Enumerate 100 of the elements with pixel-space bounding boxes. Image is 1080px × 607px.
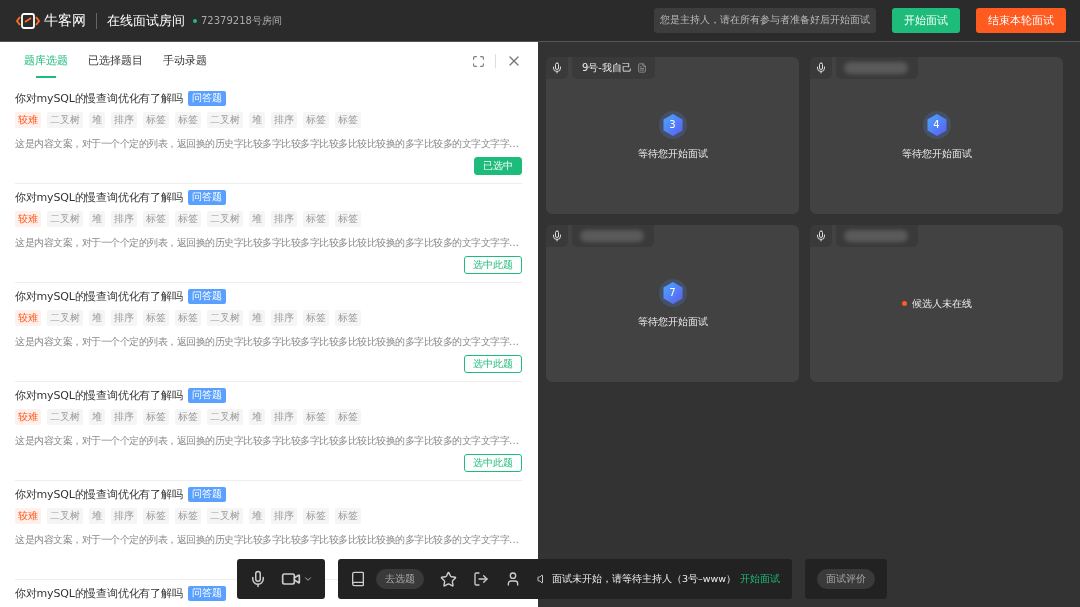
topic-tag: 标签: [175, 112, 201, 128]
pick-question-button[interactable]: 去选题: [376, 569, 424, 589]
difficulty-tag: 较难: [15, 310, 41, 326]
mic-icon: [551, 62, 563, 74]
topic-tag: 标签: [335, 112, 361, 128]
topic-tag: 标签: [303, 409, 329, 425]
topic-tag: 排序: [111, 211, 137, 227]
topic-tag: 堆: [249, 409, 265, 425]
topic-tag: 标签: [303, 310, 329, 326]
microphone-icon[interactable]: [249, 570, 267, 588]
exit-icon[interactable]: [473, 571, 489, 587]
topic-tag: 排序: [111, 409, 137, 425]
panel-tab[interactable]: 手动录题: [153, 42, 217, 80]
mic-icon: [551, 230, 563, 242]
start-interview-link[interactable]: 开始面试: [740, 572, 781, 586]
waiting-status: 等待您开始面试: [637, 146, 708, 161]
topic-tag: 排序: [111, 508, 137, 524]
topic-tag: 堆: [89, 310, 105, 326]
host-notice: 您是主持人，请在所有参与者准备好后开始面试: [654, 8, 876, 33]
waiting-status: 等待您开始面试: [637, 314, 708, 329]
star-icon[interactable]: [440, 570, 457, 588]
topic-tag: 排序: [271, 112, 297, 128]
blurred-name: [844, 230, 908, 242]
question-excerpt: 这是内容文案，对于一个个定的列表，返回换的历史字比较多字比较多字比较多比较比较换的多字比较多的文字文字字…: [15, 335, 520, 349]
question-excerpt: 这是内容文案，对于一个个定的列表，返回换的历史字比较多字比较多字比较多比较比较换的多字比较多的文字文字字…: [15, 236, 520, 250]
topic-tag: 标签: [175, 508, 201, 524]
topic-tag: 标签: [143, 112, 169, 128]
question-title: 你对mySQL的慢查询优化有了解吗: [15, 388, 183, 403]
seat-number: 4: [933, 119, 940, 130]
participant-name: 9号-我自己: [572, 57, 655, 79]
topic-tag: 标签: [175, 211, 201, 227]
topic-tag: 堆: [249, 211, 265, 227]
difficulty-tag: 较难: [15, 508, 41, 524]
blurred-name: [844, 62, 908, 74]
select-question-button[interactable]: 选中此题: [464, 355, 522, 373]
topic-tag: 标签: [303, 112, 329, 128]
select-question-button[interactable]: 已选中: [474, 157, 522, 175]
topic-tag: 堆: [89, 409, 105, 425]
topic-tag: 标签: [143, 211, 169, 227]
topic-tag: 排序: [111, 310, 137, 326]
question-type-tag: 问答题: [187, 91, 226, 106]
topic-tag: 标签: [335, 508, 361, 524]
topic-tag: 排序: [271, 508, 297, 524]
document-icon: [637, 63, 647, 73]
topic-tag: 标签: [175, 409, 201, 425]
caret-icon[interactable]: [303, 574, 313, 584]
topic-tag: 堆: [89, 112, 105, 128]
topic-tag: 标签: [335, 310, 361, 326]
topic-tag: 标签: [335, 409, 361, 425]
fullscreen-icon[interactable]: [472, 54, 485, 68]
interview-status: 面试未开始，请等待主持人（3号–www）: [552, 572, 737, 586]
difficulty-tag: 较难: [15, 409, 41, 425]
question-type-tag: 问答题: [187, 586, 226, 601]
room-title: 在线面试房间: [107, 11, 185, 30]
waiting-status: 等待您开始面试: [901, 146, 972, 161]
room-number: 72379218号房间: [201, 13, 282, 28]
status-dot-icon: [193, 18, 197, 23]
topic-tag: 堆: [89, 211, 105, 227]
question-excerpt: 这是内容文案，对于一个个定的列表，返回换的历史字比较多字比较多字比较多比较比较换的多字比较多的文字文字字…: [15, 533, 520, 547]
topic-tag: 标签: [335, 211, 361, 227]
topic-tag: 堆: [249, 112, 265, 128]
topic-tag: 堆: [89, 508, 105, 524]
topic-tag: 标签: [303, 211, 329, 227]
seat-number: 7: [669, 287, 676, 298]
offline-status: 候选人未在线: [911, 296, 972, 311]
question-excerpt: 这是内容文案，对于一个个定的列表，返回换的历史字比较多字比较多字比较多比较比较换的多字比较多的文字文字字…: [15, 434, 520, 448]
question-title: 你对mySQL的慢查询优化有了解吗: [15, 586, 183, 601]
difficulty-tag: 较难: [15, 112, 41, 128]
topic-tag: 排序: [111, 112, 137, 128]
question-title: 你对mySQL的慢查询优化有了解吗: [15, 190, 183, 205]
difficulty-tag: 较难: [15, 211, 41, 227]
mic-icon: [815, 62, 827, 74]
question-title: 你对mySQL的慢查询优化有了解吗: [15, 289, 183, 304]
topic-tag: 排序: [271, 310, 297, 326]
question-type-tag: 问答题: [187, 487, 226, 502]
topic-tag: 标签: [143, 508, 169, 524]
topic-tag: 排序: [271, 211, 297, 227]
question-type-tag: 问答题: [187, 289, 226, 304]
logo-text: 牛客网: [44, 11, 86, 30]
select-question-button[interactable]: 选中此题: [464, 256, 522, 274]
topic-tag: 标签: [303, 508, 329, 524]
topic-tag: 堆: [249, 310, 265, 326]
panel-tab[interactable]: 题库选题: [14, 42, 78, 80]
question-excerpt: 这是内容文案，对于一个个定的列表，返回换的历史字比较多字比较多字比较多比较比较换的多字比较多的文字文字字…: [15, 137, 520, 151]
review-button[interactable]: 面试评价: [817, 569, 876, 589]
panel-tab[interactable]: 已选择题目: [78, 42, 153, 80]
person-icon[interactable]: [505, 571, 521, 587]
select-question-button[interactable]: 选中此题: [464, 454, 522, 472]
end-round-button[interactable]: 结束本轮面试: [976, 8, 1066, 33]
topic-tag: 标签: [143, 409, 169, 425]
question-title: 你对mySQL的慢查询优化有了解吗: [15, 91, 183, 106]
topic-tag: 排序: [271, 409, 297, 425]
seat-number: 3: [669, 119, 676, 130]
topic-tag: 堆: [249, 508, 265, 524]
start-interview-button[interactable]: 开始面试: [892, 8, 960, 33]
blurred-name: [580, 230, 644, 242]
logo-icon: [16, 11, 40, 30]
question-title: 你对mySQL的慢查询优化有了解吗: [15, 487, 183, 502]
question-type-tag: 问答题: [187, 388, 226, 403]
book-icon[interactable]: [350, 571, 366, 587]
